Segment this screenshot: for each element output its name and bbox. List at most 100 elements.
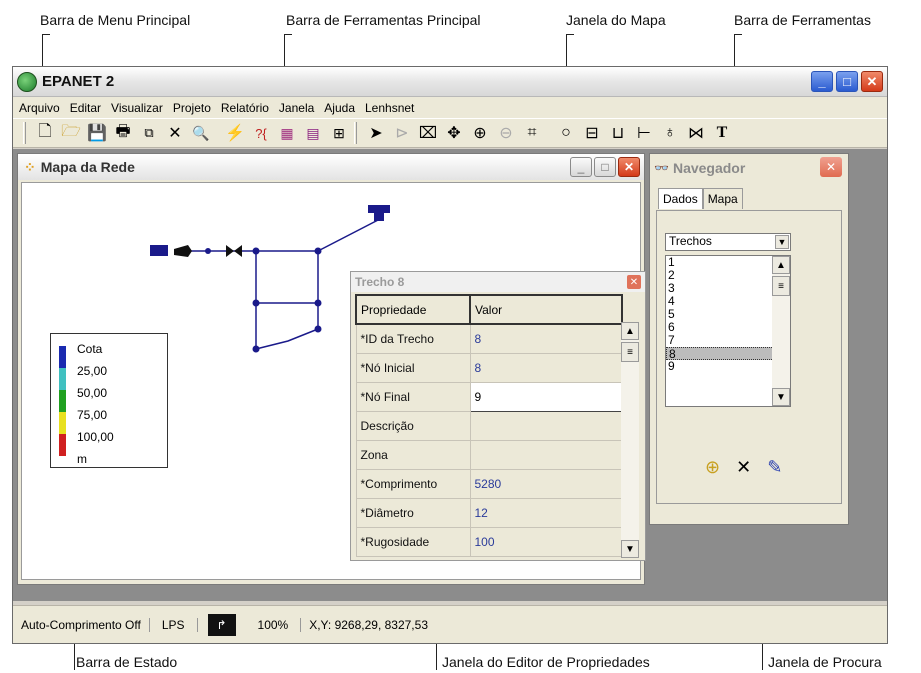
scroll-thumb[interactable]: ≡ bbox=[772, 276, 790, 296]
legend-color-5 bbox=[59, 434, 66, 456]
property-row[interactable]: *Diâmetro 12 bbox=[355, 497, 623, 528]
property-row[interactable]: *Comprimento 5280 bbox=[355, 468, 623, 499]
pump-icon[interactable]: ♁ bbox=[657, 121, 683, 145]
reservoir-icon[interactable]: ⊟ bbox=[579, 121, 605, 145]
close-button[interactable]: ✕ bbox=[861, 71, 883, 92]
legend-unit: m bbox=[77, 452, 87, 466]
property-value[interactable]: 100 bbox=[469, 526, 623, 557]
object-category-select[interactable]: Trechos ▼ bbox=[665, 233, 791, 251]
copy-icon[interactable]: ⧉ bbox=[136, 121, 162, 145]
save-icon[interactable]: 💾 bbox=[84, 121, 110, 145]
property-key: Descrição bbox=[355, 410, 471, 441]
map-canvas[interactable]: Cota 25,00 50,00 75,00 100,00 m Trecho 8… bbox=[21, 182, 646, 580]
print-icon[interactable]: 🖶 bbox=[110, 121, 136, 145]
scroll-thumb[interactable]: ≡ bbox=[621, 342, 639, 362]
menu-janela[interactable]: Janela bbox=[279, 101, 320, 115]
scroll-up-arrow-icon[interactable]: ▲ bbox=[772, 256, 790, 274]
pump-link bbox=[174, 245, 192, 257]
menu-lenhsnet[interactable]: Lenhsnet bbox=[365, 101, 420, 115]
map-window[interactable]: ⁘ Mapa da Rede _ □ ✕ Cota 25,00 50,00 75… bbox=[17, 153, 646, 585]
pipe-icon[interactable]: ⊢ bbox=[631, 121, 657, 145]
status-auto-length[interactable]: Auto-Comprimento Off bbox=[13, 617, 150, 632]
menu-arquivo[interactable]: Arquivo bbox=[19, 101, 66, 115]
delete-object-icon[interactable]: ✕ bbox=[736, 457, 751, 478]
maximize-button[interactable]: □ bbox=[836, 71, 858, 92]
delete-icon[interactable]: ✕ bbox=[162, 121, 188, 145]
new-file-icon[interactable]: 🗋 bbox=[32, 121, 58, 145]
map-maximize-button[interactable]: □ bbox=[594, 157, 616, 177]
property-key: *Nó Inicial bbox=[355, 352, 471, 383]
property-value[interactable]: 12 bbox=[469, 497, 623, 528]
property-editor-title[interactable]: Trecho 8 bbox=[351, 272, 645, 292]
find-icon[interactable]: 🔍 bbox=[188, 121, 214, 145]
property-row[interactable]: *Nó Inicial 8 bbox=[355, 352, 623, 383]
junction-node bbox=[314, 325, 322, 333]
toolbar-grip[interactable] bbox=[23, 122, 26, 144]
map-title-bar[interactable]: ⁘ Mapa da Rede bbox=[18, 154, 644, 180]
add-object-icon[interactable]: ⊕ bbox=[705, 457, 720, 478]
property-value[interactable]: 8 bbox=[469, 323, 623, 354]
minimize-button[interactable]: _ bbox=[811, 71, 833, 92]
select-arrow-icon[interactable]: ➤ bbox=[363, 121, 389, 145]
chevron-down-icon[interactable]: ▼ bbox=[775, 235, 789, 249]
menu-editar[interactable]: Editar bbox=[70, 101, 107, 115]
browser-window[interactable]: 👓 Navegador ✕ Dados Mapa Trechos ▼ 1 2 3… bbox=[649, 153, 849, 525]
scroll-down-arrow-icon[interactable]: ▼ bbox=[772, 388, 790, 406]
browser-close-button[interactable]: ✕ bbox=[820, 157, 842, 177]
property-key: *Rugosidade bbox=[355, 526, 471, 557]
open-folder-icon[interactable]: 🗁 bbox=[58, 121, 84, 145]
map-legend[interactable]: Cota 25,00 50,00 75,00 100,00 m bbox=[50, 333, 168, 468]
title-bar[interactable]: EPANET 2 _ □ ✕ bbox=[13, 67, 887, 97]
property-editor-window[interactable]: Trecho 8 ✕ Propriedade Valor *ID da Trec… bbox=[350, 271, 646, 561]
tab-dados[interactable]: Dados bbox=[658, 188, 703, 209]
property-value-edit-field[interactable]: 9 bbox=[469, 381, 623, 412]
tank-icon[interactable]: ⊔ bbox=[605, 121, 631, 145]
pipe-link bbox=[255, 328, 319, 350]
map-close-button[interactable]: ✕ bbox=[618, 157, 640, 177]
query-icon[interactable]: ?{ bbox=[248, 121, 274, 145]
run-status-icon: ↱ bbox=[207, 613, 236, 636]
graph-icon[interactable]: ▦ bbox=[274, 121, 300, 145]
menu-relatorio[interactable]: Relatório bbox=[221, 101, 275, 115]
map-minimize-button[interactable]: _ bbox=[570, 157, 592, 177]
property-row[interactable]: Zona bbox=[355, 439, 623, 470]
menu-projeto[interactable]: Projeto bbox=[173, 101, 217, 115]
annotation-toolbar: Barra de Ferramentas bbox=[734, 12, 871, 28]
property-row[interactable]: *ID da Trecho 8 bbox=[355, 323, 623, 354]
legend-color-2 bbox=[59, 368, 66, 390]
full-extent-icon[interactable]: ⌗ bbox=[519, 121, 545, 145]
property-row[interactable]: *Nó Final 9 bbox=[355, 381, 623, 412]
scroll-up-arrow-icon[interactable]: ▲ bbox=[621, 322, 639, 340]
options-icon[interactable]: ⊞ bbox=[326, 121, 352, 145]
property-value[interactable] bbox=[469, 439, 623, 470]
menu-ajuda[interactable]: Ajuda bbox=[324, 101, 361, 115]
tab-mapa[interactable]: Mapa bbox=[702, 188, 743, 209]
legend-color-4 bbox=[59, 412, 66, 434]
browser-title-bar[interactable]: 👓 Navegador bbox=[650, 154, 848, 182]
edit-object-icon[interactable]: ✎ bbox=[767, 457, 782, 478]
run-icon[interactable]: ⚡ bbox=[222, 121, 248, 145]
menu-visualizar[interactable]: Visualizar bbox=[111, 101, 169, 115]
junction-icon[interactable]: ○ bbox=[553, 121, 579, 145]
object-list[interactable]: 1 2 3 4 5 6 7 8 9 ▲ ≡ ▼ bbox=[665, 255, 791, 407]
pan-icon[interactable]: ✥ bbox=[441, 121, 467, 145]
scroll-down-arrow-icon[interactable]: ▼ bbox=[621, 540, 639, 558]
property-row[interactable]: *Rugosidade 100 bbox=[355, 526, 623, 557]
toolbar-grip[interactable] bbox=[354, 122, 357, 144]
table-icon[interactable]: ▤ bbox=[300, 121, 326, 145]
annotation-status-bar: Barra de Estado bbox=[76, 654, 178, 670]
property-row[interactable]: Descrição bbox=[355, 410, 623, 441]
label-icon[interactable]: T bbox=[709, 121, 735, 145]
tank-node bbox=[368, 205, 390, 213]
property-editor-close-button[interactable]: ✕ bbox=[627, 275, 641, 289]
property-scrollbar[interactable]: ▲ ≡ ▼ bbox=[621, 322, 639, 558]
property-value[interactable] bbox=[469, 410, 623, 441]
zoom-in-icon[interactable]: ⊕ bbox=[467, 121, 493, 145]
property-value[interactable]: 8 bbox=[469, 352, 623, 383]
zoom-out-icon[interactable]: ⊖ bbox=[493, 121, 519, 145]
property-value[interactable]: 5280 bbox=[469, 468, 623, 499]
select-region-icon[interactable]: ⌧ bbox=[415, 121, 441, 145]
valve-icon[interactable]: ⋈ bbox=[683, 121, 709, 145]
select-vertex-icon[interactable]: ⊳ bbox=[389, 121, 415, 145]
list-scrollbar[interactable]: ▲ ≡ ▼ bbox=[772, 256, 790, 406]
